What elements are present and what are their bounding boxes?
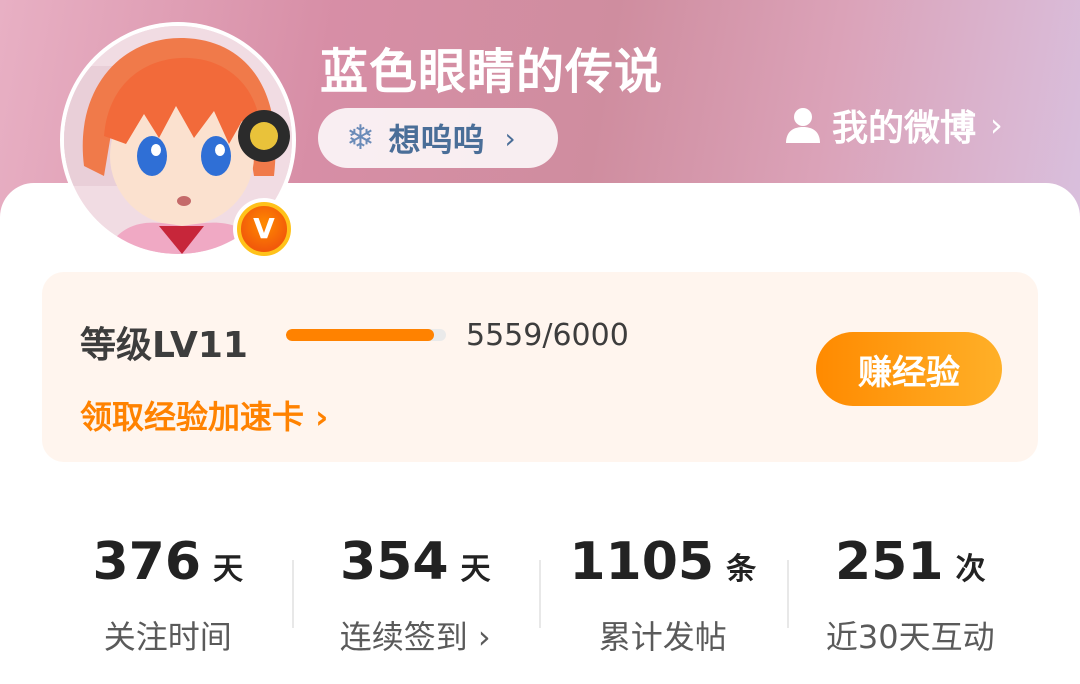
stat-label: 近30天互动 xyxy=(825,618,995,656)
stat-unit: 天 xyxy=(460,552,491,587)
level-label: 等级LV11 xyxy=(80,325,248,366)
chevron-right-icon: › xyxy=(990,106,1003,144)
stat-value: 354 xyxy=(339,532,449,592)
stat-consecutive-checkin[interactable]: 354 天 连续签到 › xyxy=(291,520,540,670)
stat-value: 251 xyxy=(834,532,944,592)
level-panel: 等级LV11 5559/6000 领取经验加速卡 › 赚经验 xyxy=(42,272,1038,462)
stat-unit: 次 xyxy=(955,552,986,587)
verified-badge-letter: V xyxy=(237,202,291,256)
stat-follow-duration: 376 天 关注时间 xyxy=(44,520,292,670)
stat-label: 关注时间 xyxy=(103,618,232,656)
stat-unit: 条 xyxy=(726,552,757,587)
my-weibo-link[interactable]: 我的微博 › xyxy=(784,100,1003,150)
stat-label: 连续签到 › xyxy=(339,618,491,656)
person-icon xyxy=(784,106,822,144)
snowflake-icon: ❄ xyxy=(346,118,375,158)
stat-recent-interactions: 251 次 近30天互动 xyxy=(786,520,1035,670)
username: 蓝色眼睛的传说 xyxy=(320,44,664,100)
status-text: 想呜呜 xyxy=(388,121,485,159)
level-progress-text: 5559/6000 xyxy=(466,318,629,353)
earn-exp-button[interactable]: 赚经验 xyxy=(816,332,1002,406)
stat-value: 376 xyxy=(92,532,202,592)
stat-total-posts: 1105 条 累计发帖 xyxy=(539,520,787,670)
level-progress-bar xyxy=(286,329,446,341)
stat-value: 1105 xyxy=(569,532,715,592)
my-weibo-label: 我的微博 xyxy=(832,108,977,149)
stats-row: 376 天 关注时间 354 天 连续签到 › 1105 条 累计发帖 251 次 近3… xyxy=(44,520,1034,670)
level-progress-fill xyxy=(286,329,435,341)
stat-label: 累计发帖 xyxy=(598,618,727,656)
exp-accelerator-link[interactable]: 领取经验加速卡 › xyxy=(80,392,328,438)
verified-v-badge-icon: V xyxy=(233,198,295,260)
status-button[interactable]: ❄ 想呜呜 › xyxy=(318,108,558,168)
chevron-right-icon: › xyxy=(504,121,516,155)
stat-unit: 天 xyxy=(213,552,244,587)
